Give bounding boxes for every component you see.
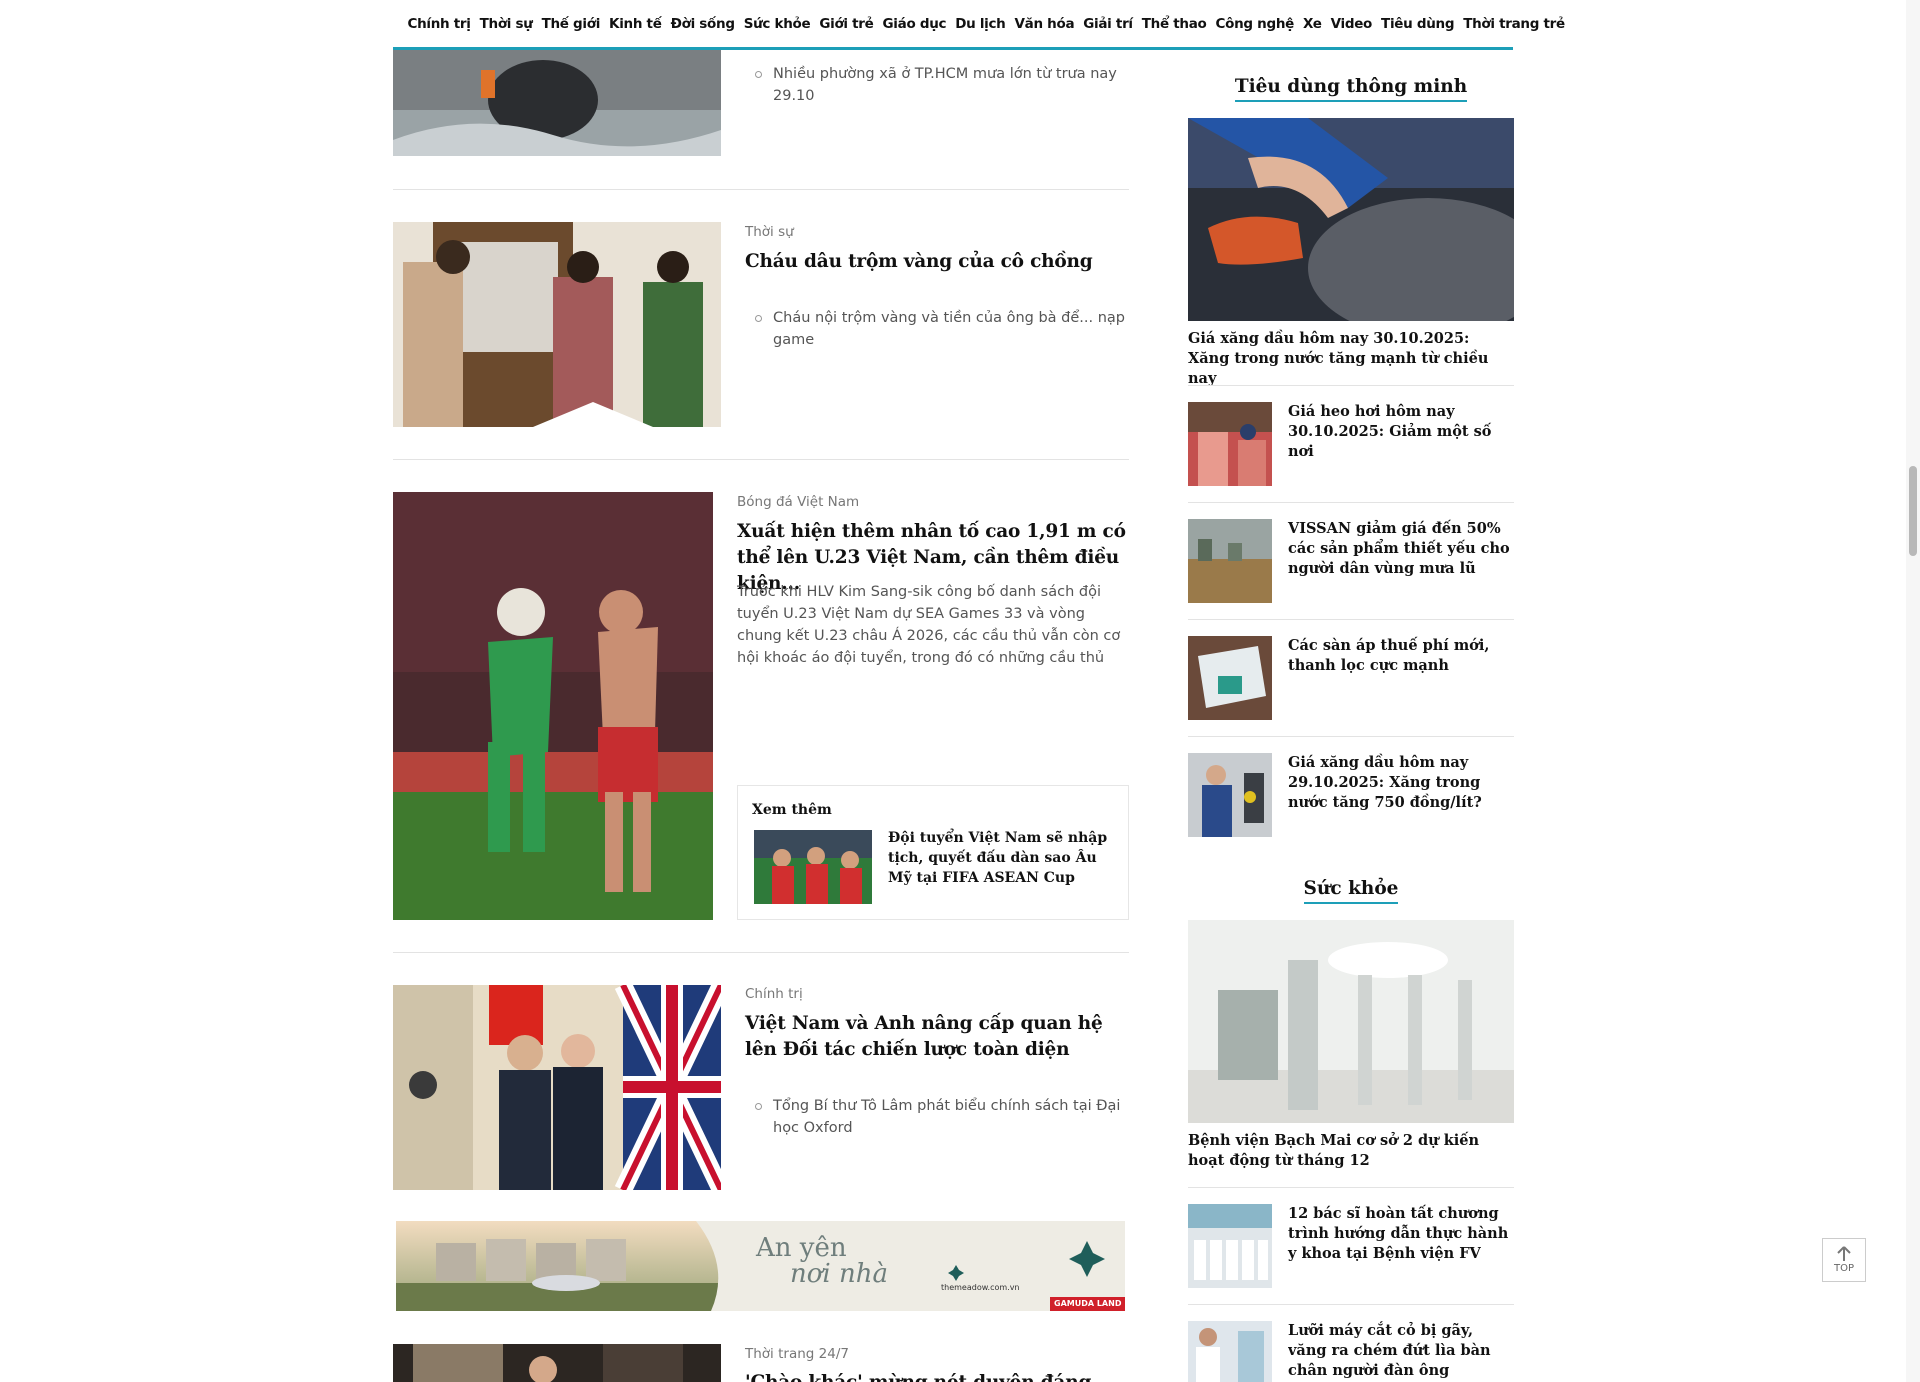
article-related-link[interactable]: Tổng Bí thư Tô Lâm phát biểu chính sách … — [745, 1095, 1125, 1139]
nav-item[interactable]: Kinh tế — [605, 16, 667, 32]
article-title[interactable]: 'Chào khác' mừng nét duyên đáng, thanh l… — [745, 1370, 1125, 1382]
article-related-link[interactable]: Cháu nội trộm vàng và tiền của ông bà để… — [745, 307, 1125, 351]
sidebar-item-thumbnail[interactable] — [1188, 753, 1272, 837]
sidebar-item-title[interactable]: Giá xăng dầu hôm nay 29.10.2025: Xăng tr… — [1288, 753, 1514, 813]
sidebar-item-thumbnail[interactable] — [1188, 519, 1272, 603]
back-to-top-label: TOP — [1833, 1263, 1854, 1274]
nav-item[interactable]: Thể thao — [1137, 16, 1211, 32]
article-thumbnail-flood[interactable] — [393, 50, 721, 156]
see-more-thumbnail[interactable] — [754, 830, 872, 904]
divider — [393, 459, 1129, 460]
scrollbar-thumb[interactable] — [1909, 466, 1917, 556]
nav-item[interactable]: Đời sống — [666, 16, 739, 32]
ad-headline-2: nơi nhà — [790, 1259, 888, 1289]
nav-item[interactable]: Giải trí — [1079, 16, 1137, 32]
ad-banner[interactable]: An yên nơi nhà themeadow.com.vn GAMUDA L… — [396, 1221, 1125, 1311]
article-thumbnail-diplomacy[interactable] — [393, 985, 721, 1190]
scrollbar[interactable] — [1906, 0, 1920, 1382]
sidebar-item-thumbnail[interactable] — [1188, 1321, 1272, 1382]
see-more-article-title[interactable]: Đội tuyển Việt Nam sẽ nhập tịch, quyết đ… — [888, 828, 1118, 888]
sidebar-featured-thumbnail[interactable] — [1188, 920, 1514, 1123]
arrow-up-icon — [1837, 1246, 1851, 1261]
nav-item[interactable]: Thời sự — [475, 16, 537, 32]
article-category[interactable]: Chính trị — [745, 986, 803, 1002]
nav-item[interactable]: Tiêu dùng — [1377, 16, 1459, 32]
sidebar-item-title[interactable]: Giá heo hơi hôm nay 30.10.2025: Giảm một… — [1288, 402, 1514, 462]
sidebar-featured-title[interactable]: Bệnh viện Bạch Mai cơ sở 2 dự kiến hoạt … — [1188, 1131, 1514, 1171]
divider — [1188, 502, 1514, 503]
article-category[interactable]: Thời sự — [745, 224, 794, 240]
main-navigation: Chính trị Thời sự Thế giới Kinh tế Đời s… — [393, 0, 1565, 50]
nav-item[interactable]: Video — [1326, 16, 1376, 32]
sidebar-item-thumbnail[interactable] — [1188, 636, 1272, 720]
nav-item[interactable]: Văn hóa — [1010, 16, 1079, 32]
divider — [393, 189, 1129, 190]
article-thumbnail-theft[interactable] — [393, 222, 721, 427]
article-category[interactable]: Bóng đá Việt Nam — [737, 494, 859, 510]
nav-item[interactable]: Giới trẻ — [815, 16, 878, 32]
sidebar-item-title[interactable]: Lưỡi máy cắt cỏ bị gãy, văng ra chém đứt… — [1288, 1321, 1514, 1382]
divider — [1188, 619, 1514, 620]
nav-item[interactable]: Xe — [1298, 16, 1326, 32]
divider — [1188, 1187, 1514, 1188]
sidebar-item-title[interactable]: 12 bác sĩ hoàn tất chương trình hướng dẫ… — [1288, 1204, 1514, 1264]
divider — [1188, 1304, 1514, 1305]
article-title[interactable]: Việt Nam và Anh nâng cấp quan hệ lên Đối… — [745, 1011, 1125, 1063]
article-thumbnail-football[interactable] — [393, 492, 713, 920]
ad-site: themeadow.com.vn — [941, 1283, 1020, 1292]
divider — [1188, 736, 1514, 737]
see-more-label: Xem thêm — [752, 802, 832, 818]
nav-item[interactable]: Thế giới — [537, 16, 604, 32]
see-more-box: Xem thêm Đội tuyển Việt Nam sẽ nhập tịch… — [737, 785, 1129, 920]
nav-item[interactable]: Thời trang trẻ — [1459, 16, 1570, 32]
article-category[interactable]: Thời trang 24/7 — [745, 1346, 849, 1362]
article-summary: Trước khi HLV Kim Sang-sik công bố danh … — [737, 584, 1121, 666]
sidebar-section-title[interactable]: Tiêu dùng thông minh — [1188, 76, 1514, 102]
back-to-top-button[interactable]: TOP — [1822, 1238, 1866, 1282]
nav-item[interactable]: Du lịch — [951, 16, 1010, 32]
divider — [1188, 385, 1514, 386]
ad-brand: GAMUDA LAND — [1054, 1299, 1122, 1308]
nav-item[interactable]: Sức khỏe — [739, 16, 815, 32]
divider — [393, 952, 1129, 953]
sidebar-section-title[interactable]: Sức khỏe — [1188, 878, 1514, 904]
article-thumbnail-fashion[interactable] — [393, 1344, 721, 1382]
article-related-link[interactable]: Nhiều phường xã ở TP.HCM mưa lớn từ trưa… — [745, 63, 1125, 107]
article-title[interactable]: Cháu dâu trộm vàng của cô chồng — [745, 249, 1125, 275]
sidebar-item-title[interactable]: Các sàn áp thuế phí mới, thanh lọc cực m… — [1288, 636, 1514, 676]
sidebar-item-title[interactable]: VISSAN giảm giá đến 50% các sản phẩm thi… — [1288, 519, 1514, 579]
nav-item[interactable]: Chính trị — [403, 16, 475, 32]
sidebar-item-thumbnail[interactable] — [1188, 402, 1272, 486]
sidebar-item-thumbnail[interactable] — [1188, 1204, 1272, 1288]
sidebar-featured-title[interactable]: Giá xăng dầu hôm nay 30.10.2025: Xăng tr… — [1188, 329, 1514, 389]
nav-item[interactable]: Giáo dục — [878, 16, 951, 32]
nav-item[interactable]: Công nghệ — [1211, 16, 1299, 32]
sidebar-featured-thumbnail[interactable] — [1188, 118, 1514, 321]
